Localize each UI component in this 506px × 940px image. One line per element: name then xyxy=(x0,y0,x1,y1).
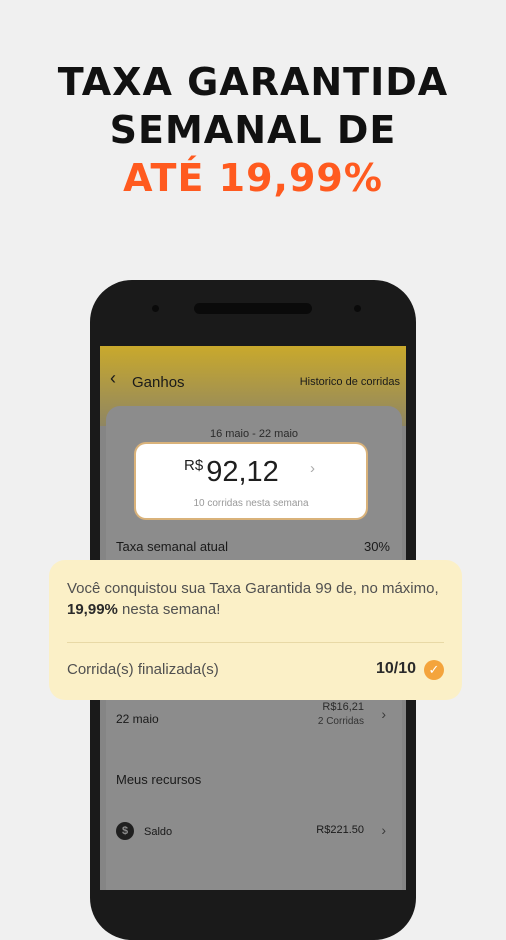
rides-finished-label: Corrida(s) finalizada(s) xyxy=(67,661,219,678)
headline-line-1: TAXA GARANTIDA xyxy=(57,60,449,104)
chevron-right-icon[interactable]: › xyxy=(381,822,386,838)
check-circle-icon: ✓ xyxy=(424,660,444,680)
resources-title: Meus recursos xyxy=(116,772,202,787)
back-arrow-icon[interactable]: ‹ xyxy=(110,368,116,389)
history-link[interactable]: Historico de corridas xyxy=(300,376,400,388)
weekly-earnings-button[interactable]: R$ 92,12 › 10 corridas nesta semana xyxy=(136,444,366,518)
coin-icon: $ xyxy=(116,822,134,840)
balance-label[interactable]: Saldo xyxy=(144,826,172,838)
rides-finished-value: 10/10 xyxy=(375,660,416,677)
day-amount: R$16,21 xyxy=(322,701,364,713)
speaker-grille xyxy=(194,303,312,314)
sensor-dot xyxy=(354,305,361,312)
rides-count: 10 corridas nesta semana xyxy=(193,498,309,509)
headline-line-2: SEMANAL DE xyxy=(109,108,397,152)
chevron-right-icon: › xyxy=(310,460,315,477)
guarantee-notice-card: Você conquistou sua Taxa Garantida 99 de… xyxy=(49,560,462,700)
balance-value: R$221.50 xyxy=(316,824,364,836)
notice-divider xyxy=(67,642,444,643)
chevron-right-icon[interactable]: › xyxy=(381,706,386,722)
day-rides: 2 Corridas xyxy=(317,716,364,727)
notice-message: Você conquistou sua Taxa Garantida 99 de… xyxy=(67,580,439,618)
weekly-rate-value: 30% xyxy=(363,539,390,554)
weekly-rate-label: Taxa semanal atual xyxy=(116,539,229,554)
day-date[interactable]: 22 maio xyxy=(116,712,159,726)
promo-headline: TAXA GARANTIDA SEMANAL DE ATÉ 19,99% xyxy=(0,58,506,202)
camera-dot xyxy=(152,305,159,312)
earnings-value: 92,12 xyxy=(206,456,279,488)
currency-symbol: R$ xyxy=(184,457,204,474)
earnings-amount: R$ 92,12 xyxy=(184,456,279,489)
week-period: 16 maio - 22 maio xyxy=(209,428,299,440)
page-title: Ganhos xyxy=(132,374,185,391)
headline-line-3: ATÉ 19,99% xyxy=(123,156,383,200)
